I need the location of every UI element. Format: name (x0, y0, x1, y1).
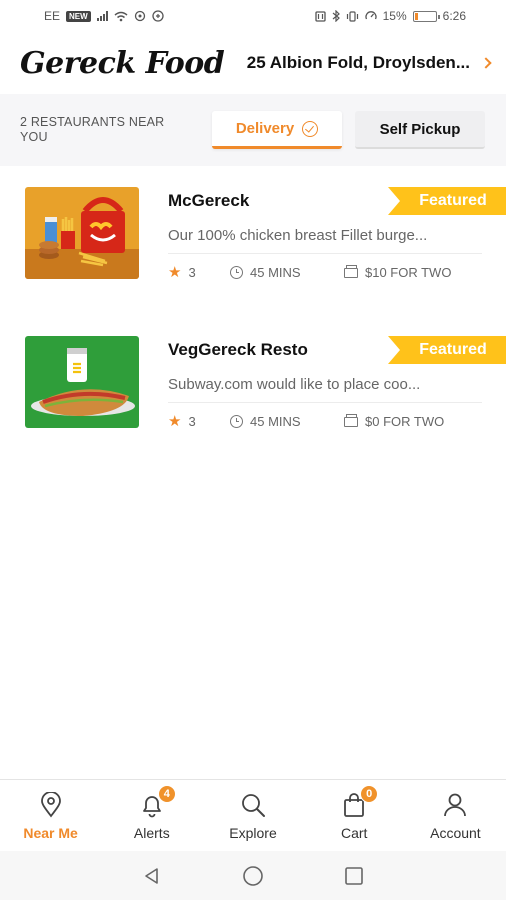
wallet-icon (344, 413, 358, 427)
vibrate-icon (346, 10, 358, 22)
filter-bar: 2 RESTAURANTS NEAR YOU Delivery Self Pic… (0, 94, 506, 166)
restaurant-image-sub-sandwich (25, 336, 139, 428)
delivery-address: 25 Albion Fold, Droylsden... (246, 53, 470, 72)
nfc-icon (314, 10, 326, 22)
status-bar: EE NEW 15% 6:26 (0, 0, 506, 32)
tab-delivery[interactable]: Delivery (212, 111, 342, 149)
app-header: Gereck Food 25 Albion Fold, Droylsden... (0, 32, 506, 94)
back-icon[interactable] (142, 866, 162, 886)
featured-badge: Featured (388, 187, 506, 215)
data-saver-icon (152, 10, 164, 22)
cart-count-badge: 0 (360, 784, 379, 803)
restaurant-name: VegGereck Resto (168, 340, 308, 359)
delivery-time: 45 MINS (230, 265, 344, 280)
tab-self-pickup-label: Self Pickup (379, 120, 461, 138)
recents-icon[interactable] (344, 866, 364, 886)
delivery-time-value: 45 MINS (250, 414, 301, 429)
nav-explore[interactable]: Explore (202, 780, 303, 851)
price-value: $10 FOR TWO (365, 265, 452, 280)
restaurant-meta: ★ 3 45 MINS $10 FOR TWO (168, 264, 452, 280)
rating-value: 3 (188, 265, 196, 280)
nav-label: Alerts (133, 824, 170, 841)
rating: ★ 3 (168, 265, 230, 280)
restaurant-card[interactable]: McGereck Featured Our 100% chicken breas… (0, 187, 506, 307)
bluetooth-icon (332, 10, 340, 22)
battery-percent: 15% (382, 9, 407, 23)
status-left: EE NEW (44, 9, 164, 23)
restaurant-description: Our 100% chicken breast Fillet burge... (168, 227, 428, 244)
shopping-bag-icon: 0 (340, 784, 379, 819)
clock-icon (230, 266, 243, 279)
nav-near-me[interactable]: Near Me (0, 780, 101, 851)
restaurant-card[interactable]: VegGereck Resto Featured Subway.com woul… (0, 336, 506, 456)
alerts-count-badge: 4 (157, 784, 176, 803)
clock-icon (230, 415, 243, 428)
wallet-icon (344, 264, 358, 278)
user-icon (441, 791, 469, 819)
nav-cart[interactable]: 0 Cart (304, 780, 405, 851)
delivery-time: 45 MINS (230, 414, 344, 429)
speedometer-icon (364, 11, 377, 20)
divider (168, 402, 482, 403)
signal-icon (96, 11, 108, 21)
battery-fill (414, 12, 418, 20)
bottom-navigation: Near Me 4 Alerts Explore 0 Cart Account (0, 779, 506, 851)
system-navigation-bar (0, 851, 506, 900)
bell-icon: 4 (138, 784, 176, 819)
delivery-time-value: 45 MINS (250, 265, 301, 280)
price: $0 FOR TWO (344, 413, 445, 429)
rating-value: 3 (188, 414, 196, 429)
status-right: 15% 6:26 (314, 9, 466, 23)
home-icon[interactable] (242, 865, 264, 887)
star-icon: ★ (168, 264, 182, 281)
divider (168, 253, 482, 254)
clock-time: 6:26 (442, 9, 466, 23)
settings-icon (134, 10, 145, 22)
tab-self-pickup[interactable]: Self Pickup (355, 111, 485, 149)
tab-delivery-label: Delivery (235, 120, 295, 137)
star-icon: ★ (168, 413, 182, 430)
nav-label: Near Me (23, 824, 78, 841)
nav-label: Cart (340, 824, 368, 841)
battery-icon (412, 10, 440, 22)
restaurant-description: Subway.com would like to place coo... (168, 376, 421, 393)
rating: ★ 3 (168, 414, 230, 429)
restaurant-image-happy-meal (25, 187, 139, 279)
wifi-icon (114, 11, 128, 21)
delivery-address-selector[interactable]: 25 Albion Fold, Droylsden... (246, 53, 492, 73)
carrier-name: EE (44, 9, 61, 23)
app-logo: Gereck Food (20, 45, 225, 81)
restaurant-meta: ★ 3 45 MINS $0 FOR TWO (168, 413, 445, 429)
check-circle-icon (302, 120, 319, 137)
chevron-right-icon (480, 57, 492, 69)
nav-account[interactable]: Account (405, 780, 506, 851)
search-icon (239, 791, 267, 819)
location-pin-icon (37, 791, 65, 819)
price: $10 FOR TWO (344, 264, 452, 280)
nav-label: Explore (229, 824, 277, 841)
restaurant-name: McGereck (168, 191, 250, 210)
carrier-badge: NEW (66, 10, 91, 22)
nav-label: Account (430, 824, 481, 841)
price-value: $0 FOR TWO (365, 414, 445, 429)
featured-badge: Featured (388, 336, 506, 364)
nav-alerts[interactable]: 4 Alerts (101, 780, 202, 851)
restaurants-near-count: 2 RESTAURANTS NEAR YOU (20, 115, 165, 144)
